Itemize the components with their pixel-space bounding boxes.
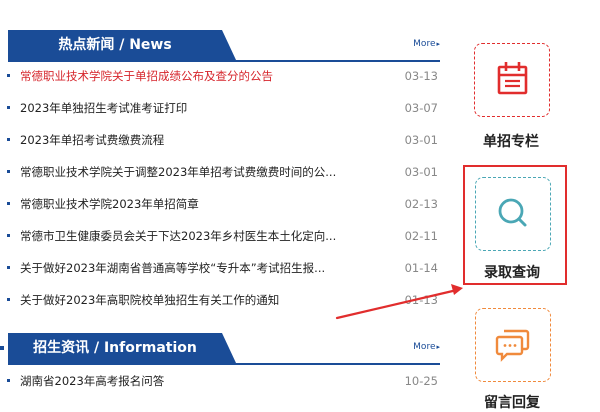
- news-date: 01-13: [404, 293, 438, 307]
- news-item[interactable]: 关于做好2023年高职院校单独招生有关工作的通知 01-13: [0, 284, 448, 316]
- news-date: 02-11: [404, 229, 438, 243]
- news-date: 01-14: [404, 261, 438, 275]
- bullet-icon: [7, 266, 10, 269]
- triangle-right-icon: ▸: [436, 40, 440, 48]
- news-title[interactable]: 关于做好2023年湖南省普通高等学校“专升本”考试招生报...: [20, 252, 372, 284]
- bullet-icon: [7, 74, 10, 77]
- news-date: 03-07: [404, 101, 438, 115]
- admissions-info-title: 招生资讯 / Information: [8, 333, 236, 363]
- news-title[interactable]: 湖南省2023年高考报名问答: [20, 365, 372, 397]
- chat-bubbles-icon: [495, 329, 530, 362]
- news-date: 03-13: [404, 69, 438, 83]
- bullet-icon: [7, 138, 10, 141]
- triangle-right-icon: ▸: [436, 343, 440, 351]
- admissions-info-header: 招生资讯 / Information More▸: [8, 333, 440, 365]
- quick-link-label[interactable]: 单招专栏: [451, 131, 571, 151]
- calendar-icon: [497, 62, 528, 95]
- bullet-icon: [7, 234, 10, 237]
- quick-link-message-reply[interactable]: 留言回复: [448, 300, 600, 411]
- hot-news-list: 常德职业技术学院关于单招成绩公布及查分的公告 03-13 2023年单独招生考试…: [0, 60, 448, 316]
- admissions-info-list: 湖南省2023年高考报名问答 10-25: [0, 365, 448, 397]
- news-item[interactable]: 2023年单招考试费缴费流程 03-01: [0, 124, 448, 156]
- news-title[interactable]: 2023年单独招生考试准考证打印: [20, 92, 372, 124]
- hot-news-more-link[interactable]: More▸: [413, 39, 440, 49]
- news-item[interactable]: 常德职业技术学院关于调整2023年单招考试费缴费时间的公... 03-01: [0, 156, 448, 188]
- single-enrollment-icon-box[interactable]: [474, 43, 550, 117]
- news-item[interactable]: 关于做好2023年湖南省普通高等学校“专升本”考试招生报... 01-14: [0, 252, 448, 284]
- news-date: 02-13: [404, 197, 438, 211]
- quick-link-label[interactable]: 留言回复: [452, 392, 572, 412]
- news-title[interactable]: 2023年单招考试费缴费流程: [20, 124, 372, 156]
- edge-marker: [0, 346, 4, 350]
- news-title[interactable]: 常德职业技术学院2023年单招简章: [20, 188, 372, 220]
- news-item[interactable]: 2023年单独招生考试准考证打印 03-07: [0, 92, 448, 124]
- news-date: 03-01: [404, 165, 438, 179]
- news-item[interactable]: 湖南省2023年高考报名问答 10-25: [0, 365, 448, 397]
- hot-news-title: 热点新闻 / News: [8, 30, 236, 60]
- news-title[interactable]: 常德市卫生健康委员会关于下达2023年乡村医生本土化定向...: [20, 220, 372, 252]
- bullet-icon: [7, 298, 10, 301]
- hot-news-header: 热点新闻 / News More▸: [8, 30, 440, 62]
- news-item[interactable]: 常德市卫生健康委员会关于下达2023年乡村医生本土化定向... 02-11: [0, 220, 448, 252]
- news-column: 热点新闻 / News More▸ 常德职业技术学院关于单招成绩公布及查分的公告…: [0, 0, 448, 400]
- news-title[interactable]: 关于做好2023年高职院校单独招生有关工作的通知: [20, 284, 372, 316]
- news-date: 03-01: [404, 133, 438, 147]
- bullet-icon: [7, 379, 10, 382]
- news-item[interactable]: 常德职业技术学院关于单招成绩公布及查分的公告 03-13: [0, 60, 448, 92]
- annotation-highlight-box: [463, 165, 567, 285]
- news-title[interactable]: 常德职业技术学院关于调整2023年单招考试费缴费时间的公...: [20, 156, 372, 188]
- quick-link-single-enrollment[interactable]: 单招专栏: [448, 0, 600, 160]
- admissions-info-more-link[interactable]: More▸: [413, 342, 440, 352]
- bullet-icon: [7, 106, 10, 109]
- bullet-icon: [7, 202, 10, 205]
- news-item[interactable]: 常德职业技术学院2023年单招简章 02-13: [0, 188, 448, 220]
- news-title[interactable]: 常德职业技术学院关于单招成绩公布及查分的公告: [20, 60, 372, 92]
- bullet-icon: [7, 170, 10, 173]
- news-date: 10-25: [404, 374, 438, 388]
- message-reply-icon-box[interactable]: [475, 308, 551, 382]
